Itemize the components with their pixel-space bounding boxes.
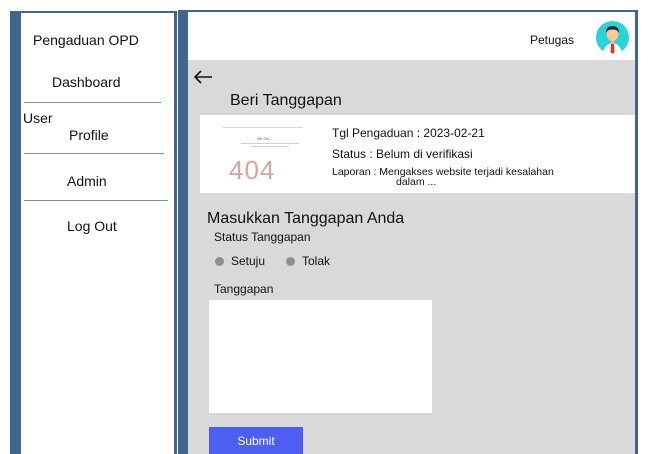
main-content: Petugas Beri Tanggapan Oh Oh... 404 Tgl … [188,12,635,454]
top-bar: Petugas [188,12,635,60]
sidebar-item-label: Profile [69,127,109,143]
arrow-left-icon [193,70,212,84]
sidebar-divider [24,200,168,201]
radio-tolak[interactable]: Tolak [286,253,330,269]
sidebar-item-logout[interactable]: Log Out [67,218,117,234]
radio-label: Setuju [231,254,266,268]
form-heading: Masukkan Tanggapan Anda [207,210,405,227]
complaint-report-continued: dalam ... [396,176,437,188]
app-title: Pengaduan OPD [33,32,139,48]
thumbnail-bar [223,127,303,128]
sidebar-item-label: User [23,110,53,126]
sidebar-divider [24,102,161,103]
thumbnail-line [241,143,299,144]
back-button[interactable] [191,66,217,88]
thumbnail-error-code: 404 [229,155,276,185]
complaint-thumbnail[interactable]: Oh Oh... 404 [217,125,322,185]
complaint-status: Status : Belum di verifikasi [332,147,473,161]
sidebar: Pengaduan OPD Dashboard User Profile Adm… [21,13,174,454]
page-title: Beri Tanggapan [230,92,342,109]
complaint-card: Oh Oh... 404 Tgl Pengaduan : 2023-02-21 … [200,115,635,193]
radio-setuju[interactable]: Setuju [215,253,265,269]
user-avatar-icon[interactable] [596,21,629,54]
response-textarea[interactable] [209,300,432,413]
radio-circle-icon [215,256,224,266]
submit-button[interactable]: Submit [209,427,303,454]
user-role-label: Petugas [530,33,575,47]
complaint-date: Tgl Pengaduan : 2023-02-21 [332,126,485,140]
sidebar-divider [24,153,164,154]
sidebar-item-user-profile[interactable]: User Profile [23,110,173,146]
status-label: Status Tanggapan [214,230,311,244]
radio-label: Tolak [302,254,331,268]
thumbnail-oops-text: Oh Oh... [257,136,273,141]
sidebar-item-dashboard[interactable]: Dashboard [52,74,121,90]
response-label: Tanggapan [214,282,274,296]
sidebar-item-admin[interactable]: Admin [67,173,107,189]
thumbnail-line [251,146,289,147]
complaint-report: Laporan : Mengakses website terjadi kesa… [332,166,554,178]
radio-circle-icon [286,256,295,266]
